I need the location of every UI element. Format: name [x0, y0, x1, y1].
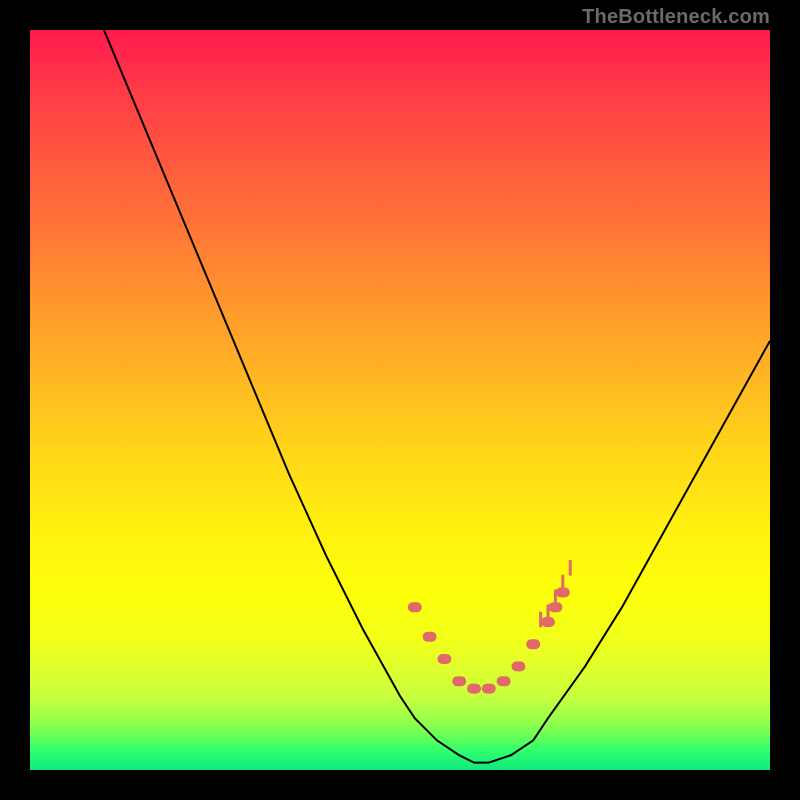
marker-dot	[511, 661, 525, 671]
marker-dot	[556, 587, 570, 597]
watermark-text: TheBottleneck.com	[582, 6, 770, 29]
marker-dot	[437, 654, 451, 664]
marker-dot	[497, 676, 511, 686]
marker-dot	[467, 684, 481, 694]
marker-dot	[526, 639, 540, 649]
marker-dot	[548, 602, 562, 612]
marker-dot	[482, 684, 496, 694]
markers-layer	[408, 587, 570, 693]
marker-dot	[408, 602, 422, 612]
curve-layer	[104, 30, 770, 763]
plot-area	[30, 30, 770, 770]
bottleneck-curve	[104, 30, 770, 763]
chart-svg	[30, 30, 770, 770]
marker-dot	[452, 676, 466, 686]
marker-dot	[541, 617, 555, 627]
chart-frame: TheBottleneck.com	[0, 0, 800, 800]
marker-dot	[423, 632, 437, 642]
